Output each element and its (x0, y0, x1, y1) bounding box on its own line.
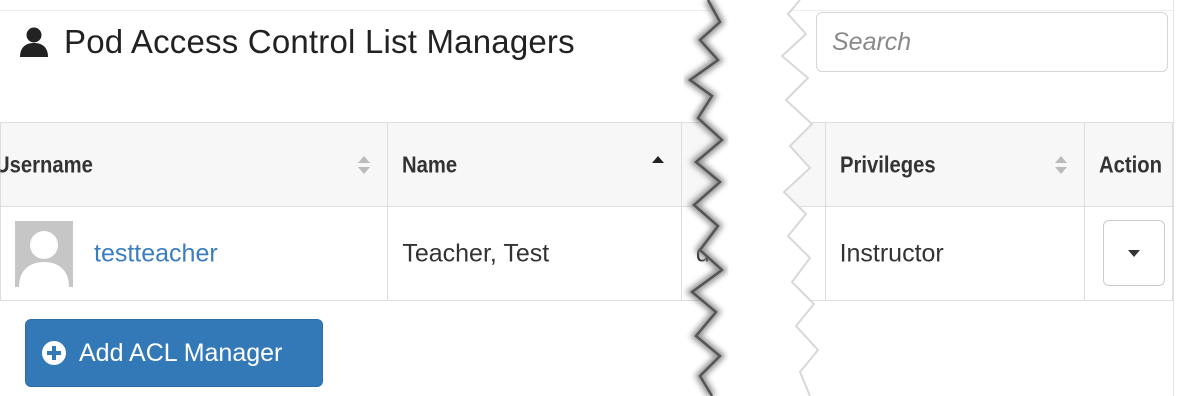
panel-header: Pod Access Control List Managers (18, 22, 575, 62)
column-header-label: Username (0, 151, 93, 177)
cell-privileges: Instructor (824, 206, 1086, 301)
name-text: Teacher, Test (402, 239, 550, 267)
default-avatar-icon (15, 221, 73, 287)
row-actions-dropdown-button[interactable] (1103, 220, 1166, 286)
column-header-label: Action (1099, 151, 1163, 177)
column-header-privileges[interactable]: Privileges (824, 122, 1086, 207)
add-acl-manager-button[interactable]: Add ACL Manager (25, 319, 323, 387)
column-header-username[interactable]: Username (0, 122, 389, 207)
acl-managers-panel: Pod Access Control List Managers Usernam… (0, 0, 1174, 396)
search-input[interactable] (816, 12, 1168, 72)
cell-email: d (680, 206, 826, 301)
privileges-text: Instructor (839, 239, 944, 267)
sort-asc-icon (651, 156, 664, 163)
column-header-action: Action (1084, 122, 1173, 207)
caret-down-icon (1128, 250, 1141, 257)
avatar (15, 221, 73, 287)
plus-circle-icon (42, 341, 66, 365)
column-header-label: Privileges (839, 151, 936, 177)
add-acl-manager-label: Add ACL Manager (79, 338, 283, 367)
table-row: testteacher Teacher, Test d Instructor (0, 206, 1173, 301)
cell-name: Teacher, Test (387, 206, 682, 301)
page-title: Pod Access Control List Managers (64, 23, 575, 60)
user-icon (20, 27, 48, 57)
email-text: d (695, 239, 710, 267)
cell-username: testteacher (0, 206, 389, 301)
acl-managers-table: Username Name Privileges Action testteac… (0, 122, 1173, 301)
sort-both-icon (358, 155, 371, 174)
panel-top-border (0, 10, 1173, 11)
column-header-name[interactable]: Name (387, 122, 682, 207)
table-header-row: Username Name Privileges Action (0, 122, 1173, 207)
username-link[interactable]: testteacher (94, 239, 218, 268)
column-header-label: Name (402, 151, 458, 177)
column-header-email[interactable] (680, 122, 826, 207)
cell-action (1084, 206, 1173, 301)
sort-both-icon (1055, 155, 1068, 174)
